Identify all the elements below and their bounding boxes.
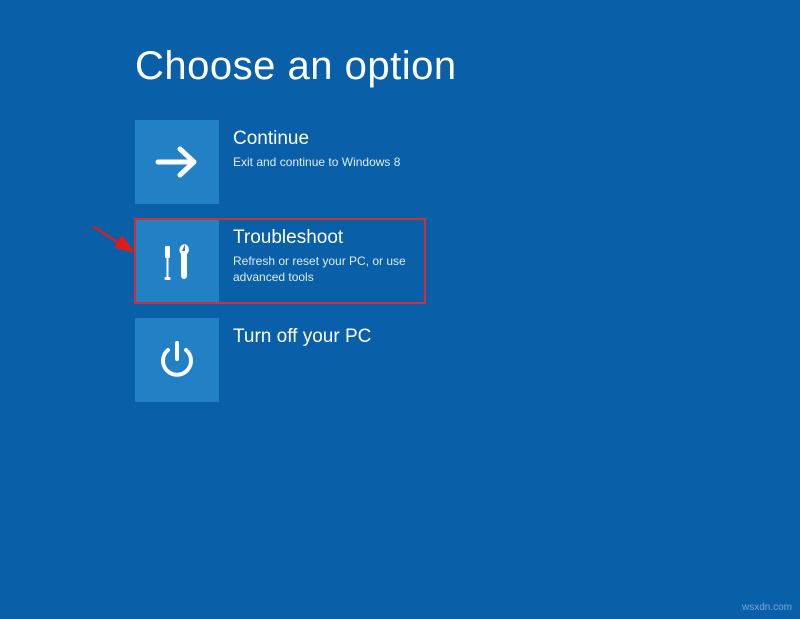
arrow-right-icon (135, 120, 219, 204)
annotation-arrow-icon (92, 223, 136, 257)
turnoff-text: Turn off your PC (219, 318, 381, 352)
continue-text: Continue Exit and continue to Windows 8 (219, 120, 410, 170)
power-icon (135, 318, 219, 402)
watermark: wsxdn.com (742, 602, 792, 613)
tools-icon (135, 219, 219, 303)
continue-desc: Exit and continue to Windows 8 (233, 154, 400, 170)
turnoff-tile[interactable]: Turn off your PC (135, 318, 425, 402)
troubleshoot-desc: Refresh or reset your PC, or use advance… (233, 253, 415, 285)
troubleshoot-tile[interactable]: Troubleshoot Refresh or reset your PC, o… (135, 219, 425, 303)
options-list: Continue Exit and continue to Windows 8 … (135, 120, 425, 417)
continue-tile[interactable]: Continue Exit and continue to Windows 8 (135, 120, 425, 204)
page-title: Choose an option (135, 44, 457, 89)
turnoff-title: Turn off your PC (233, 326, 371, 349)
troubleshoot-text: Troubleshoot Refresh or reset your PC, o… (219, 219, 425, 285)
troubleshoot-title: Troubleshoot (233, 227, 415, 250)
continue-title: Continue (233, 128, 400, 151)
